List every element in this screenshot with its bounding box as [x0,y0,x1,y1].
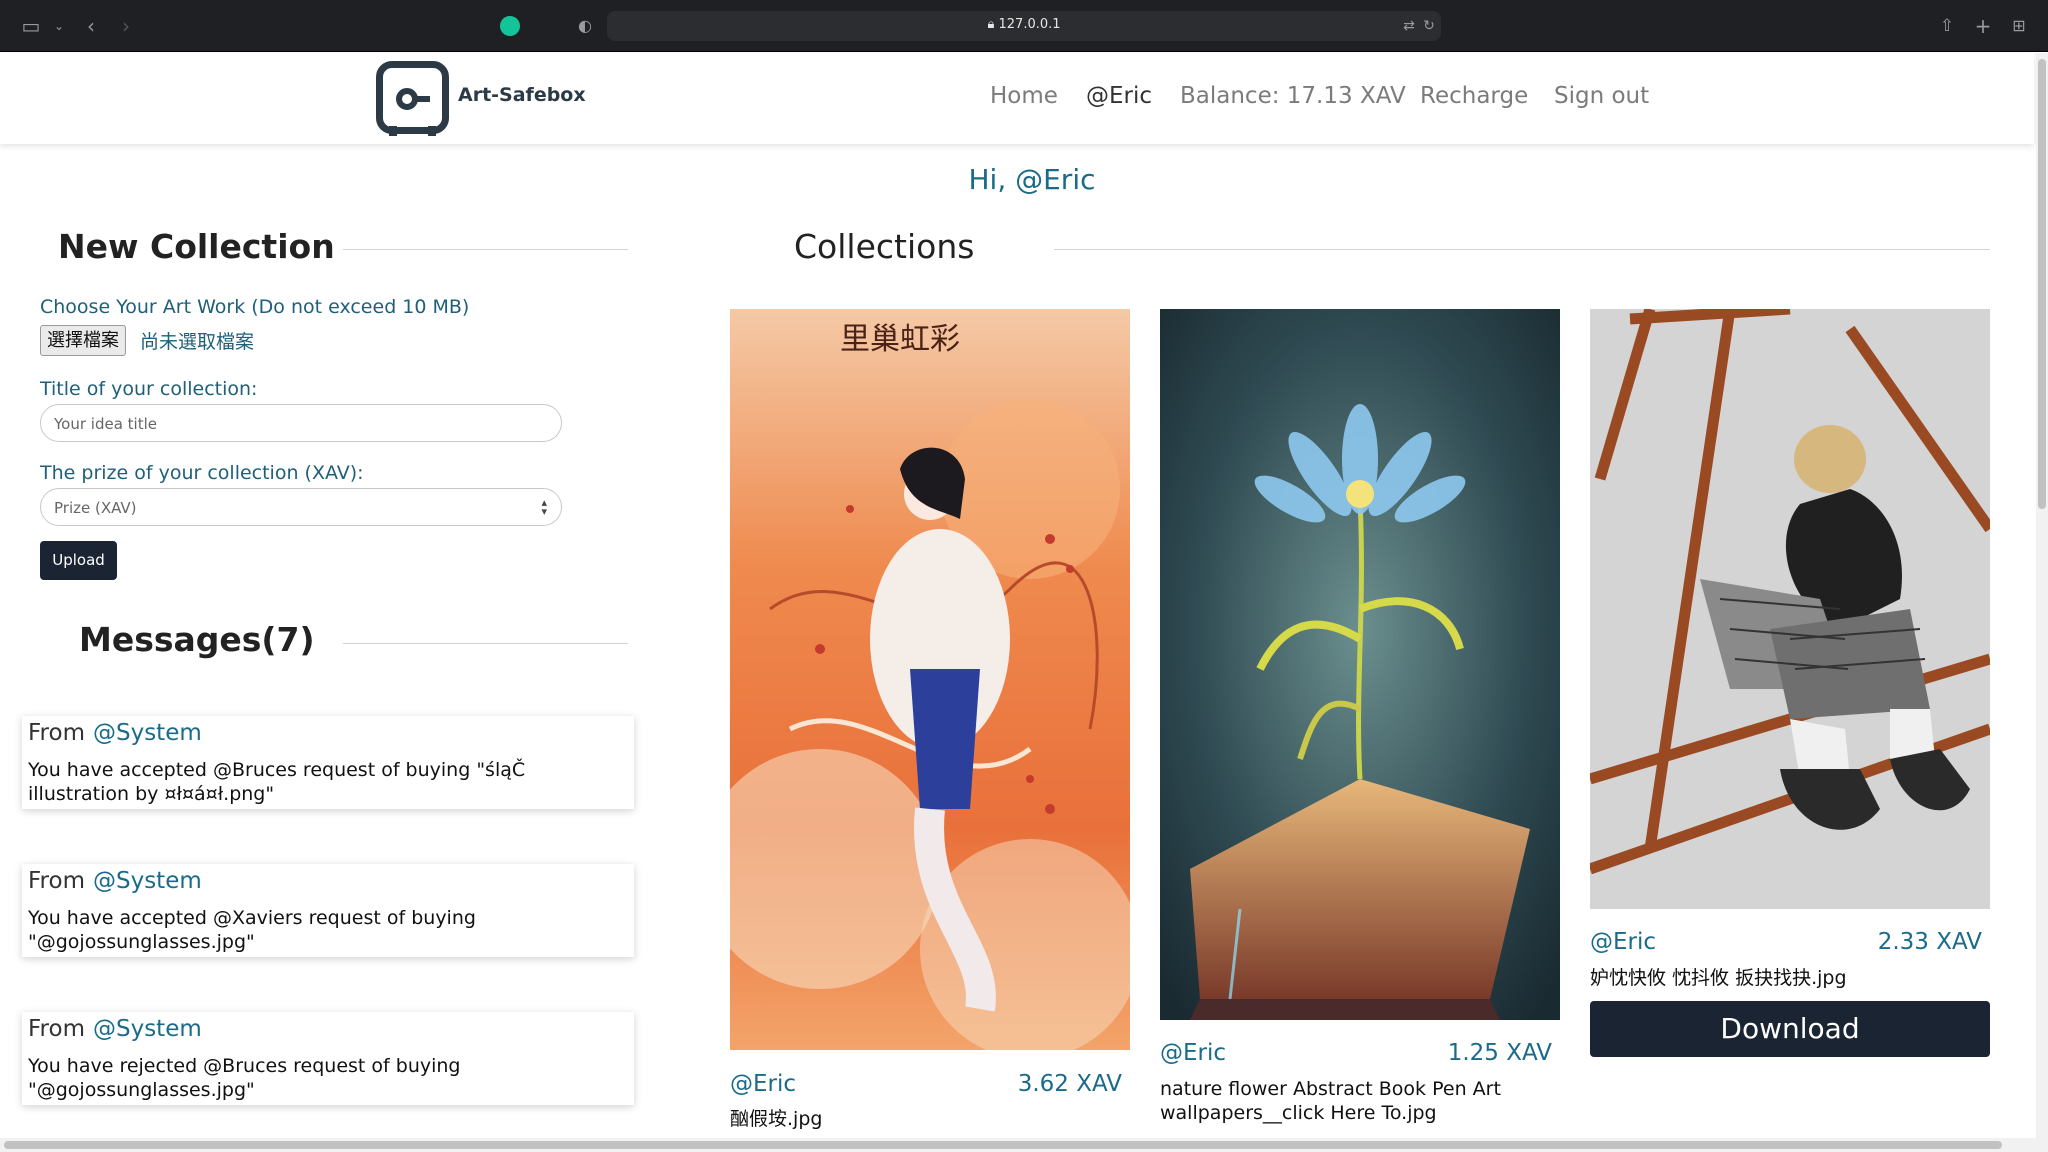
sidebar-toggle-icon[interactable]: ▭ [18,13,44,39]
card-owner[interactable]: @Eric [1160,1040,1226,1066]
title-label: Title of your collection: [40,378,258,400]
prize-placeholder: Prize (XAV) [54,499,137,517]
horizontal-scrollbar[interactable] [0,1138,2036,1152]
new-tab-icon[interactable]: + [1970,13,1996,39]
nav-home-link[interactable]: Home [990,83,1058,109]
card-filename: 酗假垵.jpg [730,1108,823,1130]
artwork-image[interactable]: 里巢虹彩 [730,309,1130,1050]
nav-recharge-link[interactable]: Recharge [1420,83,1528,109]
card-owner[interactable]: @Eric [730,1071,796,1097]
brand-name[interactable]: Art-Safebox [458,84,586,106]
grammarly-icon[interactable] [500,16,520,36]
message-card[interactable]: From @System You have accepted @Xaviers r… [22,864,634,957]
card-filename: nature flower Abstract Book Pen Art wall… [1160,1078,1501,1124]
file-status: 尚未選取檔案 [140,331,255,353]
artwork-image[interactable] [1160,309,1560,1020]
shield-icon[interactable]: ◐ [572,13,598,39]
from-label: From [28,1016,85,1042]
collections-heading: Collections [794,227,975,266]
download-button[interactable]: Download [1590,1001,1990,1057]
nav-user-link[interactable]: @Eric [1086,83,1152,109]
reload-icon[interactable]: ↻ [1416,13,1442,39]
card-owner[interactable]: @Eric [1590,929,1656,955]
from-label: From [28,720,85,746]
message-sender[interactable]: @System [93,868,202,894]
artwork-calligraphy: 里巢虹彩 [840,322,960,357]
collection-card: 里巢虹彩 @Eric 3.62 XAV 酗假垵.jpg [730,309,1130,1139]
browser-toolbar: ▭ ⌄ ‹ › ◐ 🔒︎ 127.0.0.1 ⇄ ↻ ⇧ + ⊞ [0,0,2048,52]
nav-signout-link[interactable]: Sign out [1554,83,1649,109]
forward-icon[interactable]: › [113,13,139,39]
card-filename: 妒忱快攸 忱抖攸 扳抉找抉.jpg [1590,967,1847,989]
file-label: Choose Your Art Work (Do not exceed 10 M… [40,296,470,318]
artwork-image[interactable] [1590,309,1990,909]
nav-balance: Balance: 17.13 XAV [1180,83,1406,109]
message-sender[interactable]: @System [93,720,202,746]
card-price: 1.25 XAV [1447,1040,1552,1066]
title-input[interactable]: Your idea title [40,404,562,442]
address-bar[interactable]: 🔒︎ 127.0.0.1 [607,11,1441,41]
choose-file-button[interactable]: 選擇檔案 [40,325,126,356]
prize-input[interactable]: Prize (XAV) ▴ ▾ [40,488,562,526]
message-text: You have rejected @Bruces request of buy… [28,1055,461,1101]
messages-heading: Messages(7) [79,620,315,659]
site-navbar: Art-Safebox Home @Eric Balance: 17.13 XA… [0,53,2034,144]
stepper-icon[interactable]: ▴ ▾ [541,497,547,517]
share-icon[interactable]: ⇧ [1934,13,1960,39]
url-text: 127.0.0.1 [998,17,1061,32]
card-price: 3.62 XAV [1017,1071,1122,1097]
message-card[interactable]: From @System You have accepted @Bruces re… [22,716,634,809]
divider [1054,249,1990,250]
title-placeholder: Your idea title [54,415,157,433]
safebox-logo-icon[interactable] [376,61,449,136]
prize-label: The prize of your collection (XAV): [40,462,364,484]
vertical-scrollbar[interactable] [2036,53,2048,1152]
from-label: From [28,868,85,894]
message-text: You have accepted @Bruces request of buy… [28,759,526,805]
message-sender[interactable]: @System [93,1016,202,1042]
tab-overview-icon[interactable]: ⊞ [2006,13,2032,39]
upload-button[interactable]: Upload [40,541,117,580]
lock-icon: 🔒︎ [987,17,999,32]
message-card[interactable]: From @System You have rejected @Bruces re… [22,1012,634,1105]
divider [343,643,628,644]
chevron-down-icon[interactable]: ⌄ [46,13,72,39]
collection-card: @Eric 2.33 XAV 妒忱快攸 忱抖攸 扳抉找抉.jpg [1590,309,1990,999]
back-icon[interactable]: ‹ [78,13,104,39]
message-text: You have accepted @Xaviers request of bu… [28,907,476,953]
card-price: 2.33 XAV [1877,929,1982,955]
new-collection-heading: New Collection [58,227,335,266]
divider [343,249,628,250]
greeting: Hi, @Eric [968,163,1096,196]
collection-card: @Eric 1.25 XAV nature flower Abstract Bo… [1160,309,1560,1139]
